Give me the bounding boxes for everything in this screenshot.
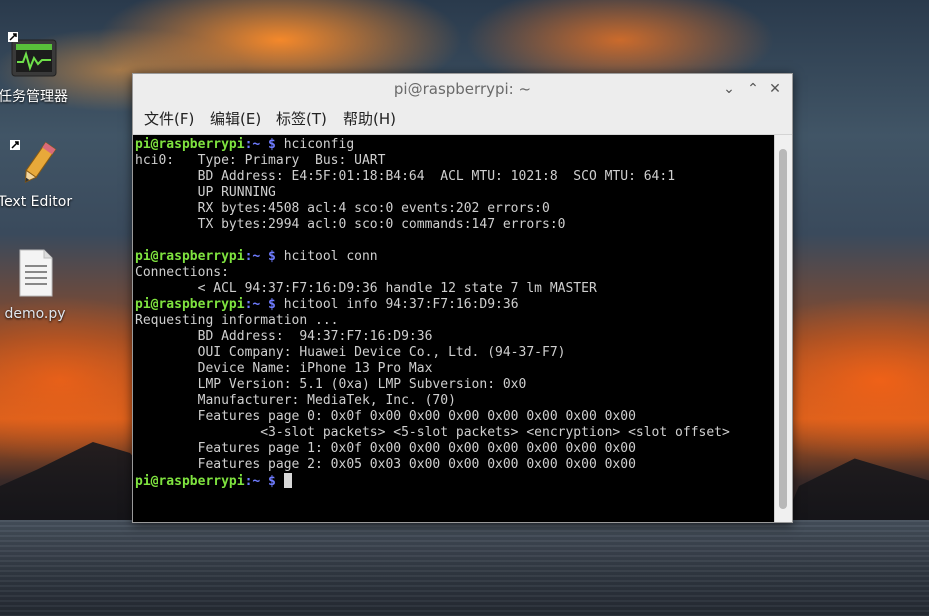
prompt-symbol: $	[260, 137, 284, 152]
minimize-button[interactable]: ⌄	[718, 74, 740, 105]
terminal-output-line: < ACL 94:37:F7:16:D9:36 handle 12 state …	[135, 281, 597, 296]
terminal-output-line: UP RUNNING	[135, 185, 276, 200]
desktop-icon-label: demo.py	[4, 306, 66, 322]
close-button[interactable]: ✕	[764, 74, 786, 105]
terminal-output-line: hci0: Type: Primary Bus: UART	[135, 153, 386, 168]
window-title: pi@raspberrypi: ~	[393, 80, 532, 98]
prompt-user: pi@raspberrypi	[135, 474, 245, 489]
prompt-symbol: $	[260, 297, 284, 312]
vertical-scrollbar[interactable]	[774, 135, 792, 522]
desktop-icon-task-manager[interactable]: 任务管理器	[0, 32, 88, 106]
terminal-output-line: <3-slot packets> <5-slot packets> <encry…	[135, 425, 730, 440]
terminal-output-line: BD Address: 94:37:F7:16:D9:36	[135, 329, 433, 344]
terminal-output-line: OUI Company: Huawei Device Co., Ltd. (94…	[135, 345, 566, 360]
terminal-prompt-line: pi@raspberrypi:~ $	[135, 473, 774, 489]
prompt-user: pi@raspberrypi	[135, 297, 245, 312]
terminal-output-line: BD Address: E4:5F:01:18:B4:64 ACL MTU: 1…	[135, 169, 676, 184]
scrollbar-thumb[interactable]	[779, 149, 787, 509]
prompt-user: pi@raspberrypi	[135, 249, 245, 264]
prompt-path: :~	[244, 474, 261, 489]
desktop-icon-label: Text Editor	[0, 194, 73, 210]
prompt-user: pi@raspberrypi	[135, 137, 245, 152]
prompt-path: :~	[244, 249, 261, 264]
terminal-command: hciconfig	[283, 137, 355, 152]
task-manager-icon	[8, 32, 57, 77]
menu-file[interactable]: 文件(F)	[141, 105, 197, 134]
menu-bar: 文件(F) 编辑(E) 标签(T) 帮助(H)	[133, 105, 792, 135]
terminal-prompt-line: pi@raspberrypi:~ $ hciconfig	[135, 137, 774, 153]
terminal-output-line: Manufacturer: MediaTek, Inc. (70)	[135, 393, 456, 408]
menu-edit[interactable]: 编辑(E)	[207, 105, 264, 134]
menu-help[interactable]: 帮助(H)	[340, 105, 399, 134]
text-editor-icon	[10, 140, 57, 183]
terminal-output-line: Features page 2: 0x05 0x03 0x00 0x00 0x0…	[135, 457, 636, 472]
terminal-output-line: Features page 1: 0x0f 0x00 0x00 0x00 0x0…	[135, 441, 636, 456]
terminal-cursor	[283, 473, 292, 488]
menu-tabs[interactable]: 标签(T)	[273, 105, 330, 134]
terminal-output-line: LMP Version: 5.1 (0xa) LMP Subversion: 0…	[135, 377, 527, 392]
terminal-output-line: RX bytes:4508 acl:4 sco:0 events:202 err…	[135, 201, 550, 216]
desktop-icon-demo-py[interactable]: demo.py	[0, 248, 90, 322]
desktop-icon-label: 任务管理器	[0, 89, 68, 105]
terminal-command: hcitool info 94:37:F7:16:D9:36	[283, 297, 519, 312]
terminal-output-line: TX bytes:2994 acl:0 sco:0 commands:147 e…	[135, 217, 566, 232]
prompt-path: :~	[244, 137, 261, 152]
python-file-icon	[19, 249, 53, 297]
terminal-output-line: Requesting information ...	[135, 313, 339, 328]
terminal-prompt-line: pi@raspberrypi:~ $ hcitool conn	[135, 249, 774, 265]
terminal-window: pi@raspberrypi: ~ ⌄ ⌃ ✕ 文件(F) 编辑(E) 标签(T…	[132, 73, 793, 523]
terminal-output-line: Features page 0: 0x0f 0x00 0x00 0x00 0x0…	[135, 409, 636, 424]
terminal-output-line: Connections:	[135, 265, 229, 280]
prompt-path: :~	[244, 297, 261, 312]
prompt-symbol: $	[260, 474, 284, 489]
terminal-output[interactable]: pi@raspberrypi:~ $ hciconfig hci0: Type: …	[133, 135, 774, 522]
desktop-icon-text-editor[interactable]: Text Editor	[0, 140, 90, 210]
prompt-symbol: $	[260, 249, 284, 264]
maximize-button[interactable]: ⌃	[742, 74, 764, 105]
window-titlebar[interactable]: pi@raspberrypi: ~ ⌄ ⌃ ✕	[133, 74, 792, 105]
terminal-command: hcitool conn	[283, 249, 378, 264]
terminal-prompt-line: pi@raspberrypi:~ $ hcitool info 94:37:F7…	[135, 297, 774, 313]
wallpaper-sea	[0, 520, 929, 616]
terminal-output-line: Device Name: iPhone 13 Pro Max	[135, 361, 433, 376]
